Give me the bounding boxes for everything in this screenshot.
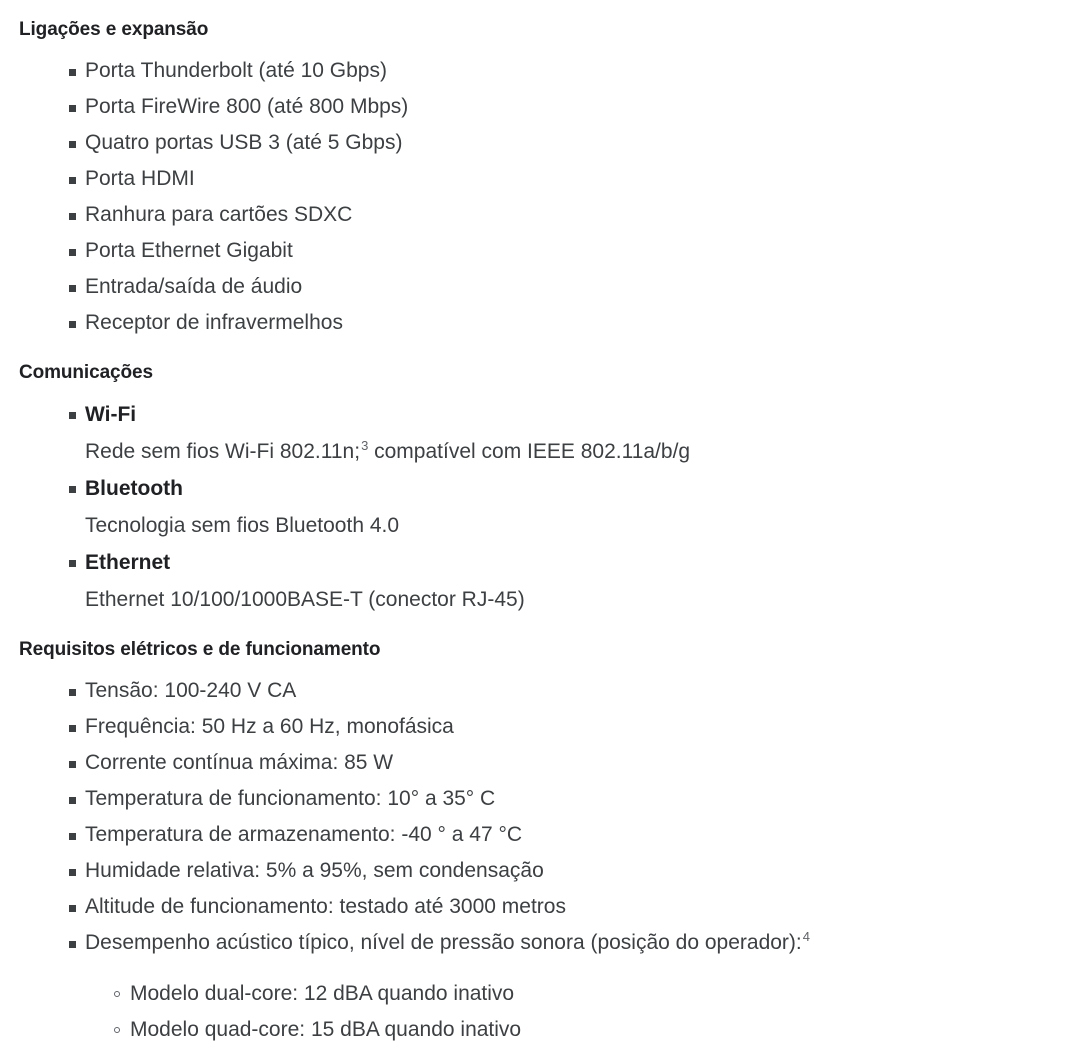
section-heading-comunicacoes: Comunicações bbox=[19, 362, 153, 383]
term-label: Ethernet bbox=[85, 551, 171, 574]
list-item-label: Ranhura para cartões SDXC bbox=[85, 203, 353, 226]
section-heading-requisitos-eletricos: Requisitos elétricos e de funcionamento bbox=[19, 639, 381, 660]
square-bullet-icon bbox=[69, 833, 76, 840]
list-item: Porta HDMI bbox=[19, 161, 1060, 197]
square-bullet-icon bbox=[69, 797, 76, 804]
square-bullet-icon bbox=[69, 486, 76, 493]
list-item: Porta Ethernet Gigabit bbox=[19, 233, 1060, 269]
list-item: Wi-Fi Rede sem fios Wi-Fi 802.11n;3 comp… bbox=[19, 396, 1060, 470]
list-item: Altitude de funcionamento: testado até 3… bbox=[19, 889, 1060, 925]
list-item: Tensão: 100-240 V CA bbox=[19, 673, 1060, 709]
term-label: Wi-Fi bbox=[85, 403, 137, 426]
spec-list-ligacoes-e-expansao: Porta Thunderbolt (até 10 Gbps) Porta Fi… bbox=[19, 53, 1060, 341]
circle-bullet-icon bbox=[114, 1027, 120, 1033]
section-requisitos-eletricos: Requisitos elétricos e de funcionamento … bbox=[19, 638, 1060, 1048]
list-item: Bluetooth Tecnologia sem fios Bluetooth … bbox=[19, 470, 1060, 544]
square-bullet-icon bbox=[69, 321, 76, 328]
term-description: Rede sem fios Wi-Fi 802.11n;3 compatível… bbox=[85, 434, 1060, 470]
list-item-label: Porta HDMI bbox=[85, 167, 195, 190]
square-bullet-icon bbox=[69, 105, 76, 112]
term-description: Tecnologia sem fios Bluetooth 4.0 bbox=[85, 508, 1060, 544]
list-item: Humidade relativa: 5% a 95%, sem condens… bbox=[19, 853, 1060, 889]
square-bullet-icon bbox=[69, 941, 76, 948]
term-description-text: Rede sem fios Wi-Fi 802.11n; bbox=[85, 440, 361, 463]
list-item-label: Quatro portas USB 3 (até 5 Gbps) bbox=[85, 131, 403, 154]
list-item-label: Corrente contínua máxima: 85 W bbox=[85, 751, 394, 774]
term-description: Ethernet 10/100/1000BASE-T (conector RJ-… bbox=[85, 582, 1060, 618]
square-bullet-icon bbox=[69, 412, 76, 419]
list-item-label: Modelo quad-core: 15 dBA quando inativo bbox=[130, 1018, 522, 1041]
term-label: Bluetooth bbox=[85, 477, 183, 500]
square-bullet-icon bbox=[69, 905, 76, 912]
list-item-label: Entrada/saída de áudio bbox=[85, 275, 303, 298]
spec-list-requisitos-eletricos: Tensão: 100-240 V CA Frequência: 50 Hz a… bbox=[19, 673, 1060, 1048]
term-description-text: Ethernet 10/100/1000BASE-T (conector RJ-… bbox=[85, 588, 525, 611]
list-item-label: Receptor de infravermelhos bbox=[85, 311, 343, 334]
square-bullet-icon bbox=[69, 560, 76, 567]
list-item-label: Tensão: 100-240 V CA bbox=[85, 679, 297, 702]
square-bullet-icon bbox=[69, 69, 76, 76]
square-bullet-icon bbox=[69, 177, 76, 184]
section-comunicacoes: Comunicações Wi-Fi Rede sem fios Wi-Fi 8… bbox=[19, 361, 1060, 618]
list-item: Porta FireWire 800 (até 800 Mbps) bbox=[19, 89, 1060, 125]
square-bullet-icon bbox=[69, 725, 76, 732]
square-bullet-icon bbox=[69, 761, 76, 768]
list-item: Temperatura de funcionamento: 10° a 35° … bbox=[19, 781, 1060, 817]
list-item: Entrada/saída de áudio bbox=[19, 269, 1060, 305]
list-item: Desempenho acústico típico, nível de pre… bbox=[19, 925, 1060, 1048]
square-bullet-icon bbox=[69, 213, 76, 220]
list-item: Quatro portas USB 3 (até 5 Gbps) bbox=[19, 125, 1060, 161]
list-item: Temperatura de armazenamento: -40 ° a 47… bbox=[19, 817, 1060, 853]
square-bullet-icon bbox=[69, 869, 76, 876]
square-bullet-icon bbox=[69, 689, 76, 696]
square-bullet-icon bbox=[69, 285, 76, 292]
section-ligacoes-e-expansao: Ligações e expansão Porta Thunderbolt (a… bbox=[19, 18, 1060, 341]
sub-list-acoustic-models: Modelo dual-core: 12 dBA quando inativo … bbox=[85, 976, 1060, 1048]
list-item-label: Desempenho acústico típico, nível de pre… bbox=[85, 931, 802, 954]
list-item-label: Porta Ethernet Gigabit bbox=[85, 239, 293, 262]
list-item: Modelo dual-core: 12 dBA quando inativo bbox=[85, 976, 1060, 1012]
term-description-text-cont: compatível com IEEE 802.11a/b/g bbox=[368, 440, 691, 463]
list-item: Ethernet Ethernet 10/100/1000BASE-T (con… bbox=[19, 544, 1060, 618]
list-item-label: Temperatura de armazenamento: -40 ° a 47… bbox=[85, 823, 523, 846]
term-description-text: Tecnologia sem fios Bluetooth 4.0 bbox=[85, 514, 400, 537]
list-item: Corrente contínua máxima: 85 W bbox=[19, 745, 1060, 781]
circle-bullet-icon bbox=[114, 991, 120, 997]
list-item: Ranhura para cartões SDXC bbox=[19, 197, 1060, 233]
list-item-label: Frequência: 50 Hz a 60 Hz, monofásica bbox=[85, 715, 454, 738]
footnote-marker: 4 bbox=[802, 929, 810, 944]
list-item: Modelo quad-core: 15 dBA quando inativo bbox=[85, 1012, 1060, 1048]
spec-list-comunicacoes: Wi-Fi Rede sem fios Wi-Fi 802.11n;3 comp… bbox=[19, 396, 1060, 618]
list-item-label: Humidade relativa: 5% a 95%, sem condens… bbox=[85, 859, 544, 882]
section-heading-ligacoes-e-expansao: Ligações e expansão bbox=[19, 19, 209, 40]
list-item: Frequência: 50 Hz a 60 Hz, monofásica bbox=[19, 709, 1060, 745]
square-bullet-icon bbox=[69, 249, 76, 256]
list-item-label: Porta Thunderbolt (até 10 Gbps) bbox=[85, 59, 387, 82]
list-item-label: Temperatura de funcionamento: 10° a 35° … bbox=[85, 787, 496, 810]
list-item: Receptor de infravermelhos bbox=[19, 305, 1060, 341]
list-item-label: Modelo dual-core: 12 dBA quando inativo bbox=[130, 982, 515, 1005]
list-item-label: Altitude de funcionamento: testado até 3… bbox=[85, 895, 566, 918]
specs-document: Ligações e expansão Porta Thunderbolt (a… bbox=[0, 0, 1080, 1048]
square-bullet-icon bbox=[69, 141, 76, 148]
list-item-label: Porta FireWire 800 (até 800 Mbps) bbox=[85, 95, 409, 118]
list-item: Porta Thunderbolt (até 10 Gbps) bbox=[19, 53, 1060, 89]
